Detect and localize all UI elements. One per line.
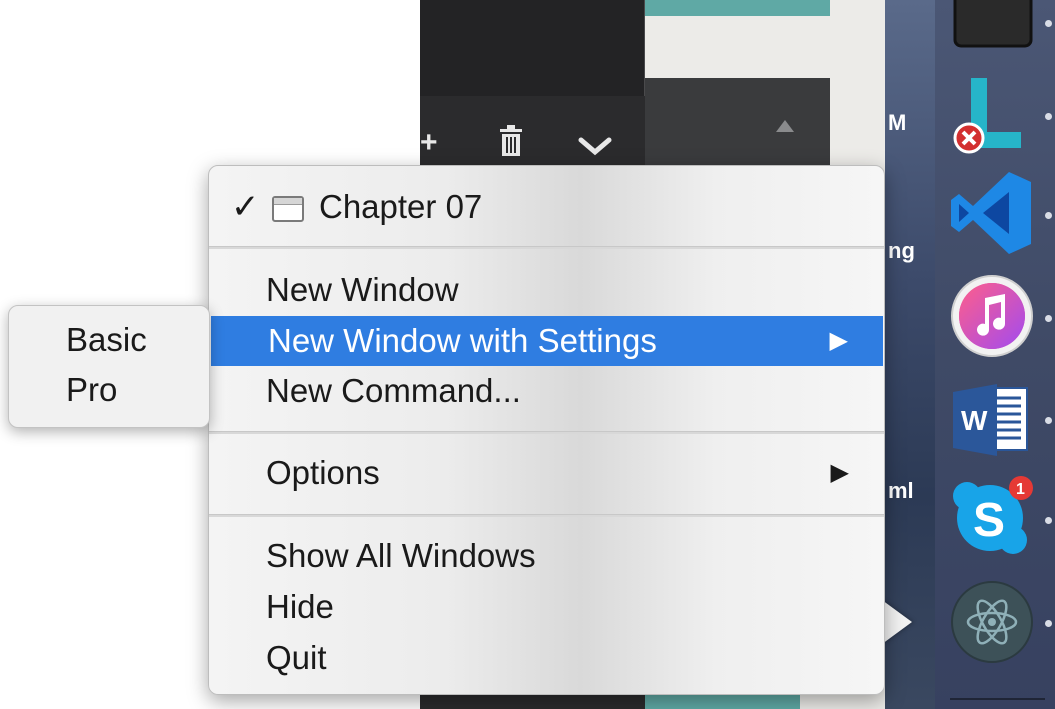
menu-pointer <box>882 600 912 644</box>
menu-separator <box>209 246 884 249</box>
menu-separator <box>209 514 884 517</box>
submenu-item-basic[interactable]: Basic <box>9 315 209 365</box>
skype-icon[interactable]: S 1 <box>947 474 1037 564</box>
menu-item-show-all-windows[interactable]: Show All Windows <box>209 531 884 581</box>
background-toolbar: + <box>420 120 645 170</box>
dock-running-indicator <box>1045 517 1052 524</box>
itunes-icon[interactable] <box>947 272 1037 362</box>
add-icon[interactable]: + <box>420 126 438 160</box>
background-top-strip <box>420 0 645 96</box>
menu-item-label: Show All Windows <box>266 537 536 574</box>
menu-item-label: Options <box>266 454 380 491</box>
dock-running-indicator <box>1045 620 1052 627</box>
menu-item-label: New Window <box>266 271 459 308</box>
terminal-icon[interactable] <box>947 0 1037 80</box>
menu-item-options[interactable]: Options ▶ <box>209 448 884 498</box>
dock-running-indicator <box>1045 417 1052 424</box>
menu-item-label: New Command... <box>266 372 521 409</box>
trash-icon[interactable] <box>498 124 524 166</box>
menu-item-label: Hide <box>266 588 334 625</box>
notification-badge: 1 <box>1016 481 1025 498</box>
scroll-up-icon[interactable] <box>776 120 794 132</box>
dock-running-indicator <box>1045 315 1052 322</box>
desktop-text-fragment: ml <box>888 478 914 503</box>
electron-icon[interactable] <box>947 578 1037 668</box>
window-icon <box>272 196 304 222</box>
dock-separator <box>950 698 1045 700</box>
skype-letter: S <box>973 494 1005 547</box>
dock-context-menu: ✓ Chapter 07 New Window New Window with … <box>208 165 885 695</box>
background-teal-bar <box>645 0 830 16</box>
menu-item-label: Quit <box>266 639 327 676</box>
dock-running-indicator <box>1045 113 1052 120</box>
chevron-down-icon[interactable] <box>578 130 612 164</box>
menu-item-new-command[interactable]: New Command... <box>209 366 884 416</box>
current-window-label: Chapter 07 <box>319 188 483 225</box>
menu-separator <box>209 431 884 434</box>
checkmark-icon: ✓ <box>231 188 260 226</box>
l-app-icon[interactable] <box>947 70 1037 160</box>
background-teal-bar-bottom <box>645 695 800 709</box>
settings-submenu: Basic Pro <box>8 305 210 428</box>
submenu-item-label: Basic <box>66 321 147 358</box>
desktop-text-fragment: M <box>888 110 907 135</box>
menu-item-label: New Window with Settings <box>268 322 657 359</box>
word-icon[interactable]: W <box>947 374 1037 464</box>
vscode-icon[interactable] <box>947 168 1037 258</box>
menu-item-current-window[interactable]: ✓ Chapter 07 <box>209 182 884 232</box>
menu-item-new-window[interactable]: New Window <box>209 265 884 315</box>
submenu-arrow-icon: ▶ <box>830 459 849 486</box>
word-letter: W <box>961 405 988 436</box>
dock-running-indicator <box>1045 212 1052 219</box>
submenu-arrow-icon: ▶ <box>829 327 848 354</box>
menu-item-new-window-with-settings[interactable]: New Window with Settings ▶ <box>211 316 883 366</box>
menu-item-quit[interactable]: Quit <box>209 633 884 683</box>
submenu-item-pro[interactable]: Pro <box>9 365 209 415</box>
menu-item-hide[interactable]: Hide <box>209 582 884 632</box>
submenu-item-label: Pro <box>66 371 118 408</box>
desktop-text-fragment: ng <box>888 238 915 263</box>
dock-running-indicator <box>1045 20 1052 27</box>
